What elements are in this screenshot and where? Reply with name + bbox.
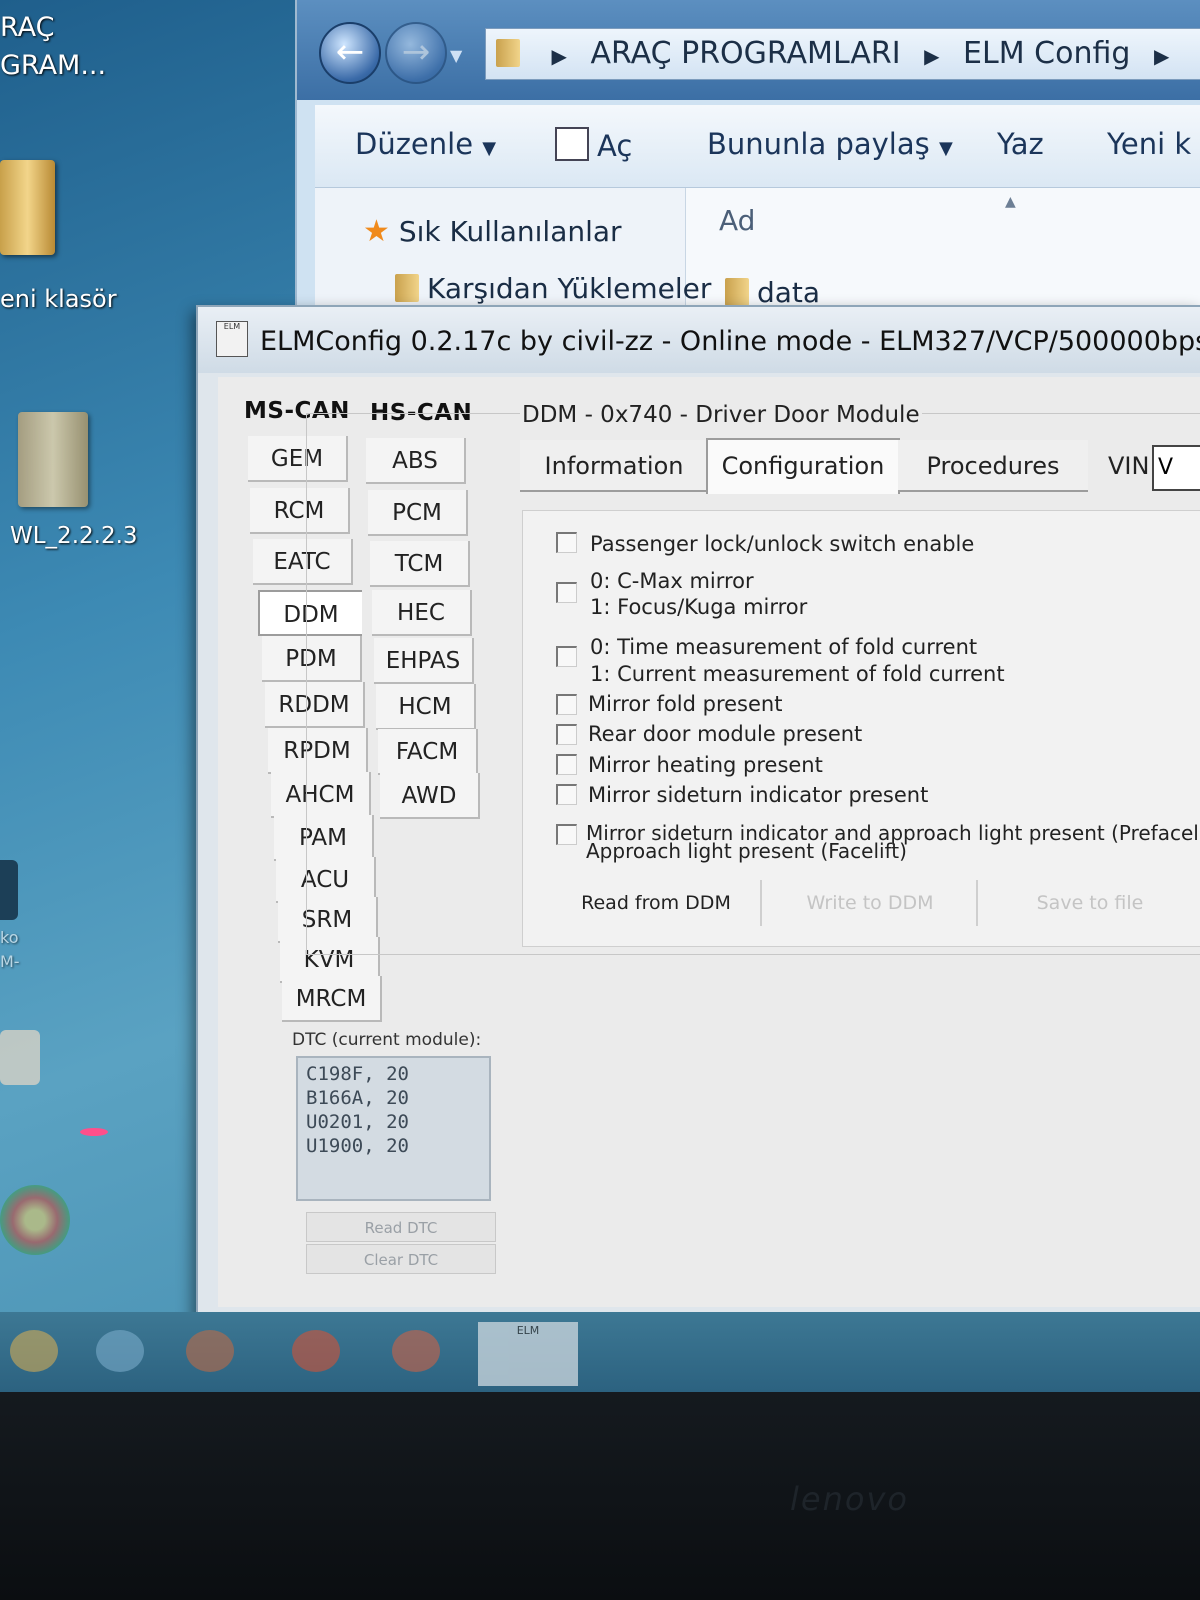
window-title: ELMConfig 0.2.17c by civil-zz - Online m… [260, 326, 1200, 357]
folder-icon [725, 278, 749, 306]
checkbox-mirror-fold[interactable] [556, 694, 577, 715]
option-label: Passenger lock/unlock switch enable [590, 532, 975, 556]
print-button[interactable]: Yaz [997, 127, 1044, 161]
explorer-sidebar: ★ Sık Kullanılanlar Karşıdan Yüklemeler [315, 188, 711, 320]
option-label: Mirror fold present [588, 692, 783, 716]
taskbar-elm-button[interactable]: ELM [478, 1322, 578, 1386]
address-bar[interactable]: ▶ ARAÇ PROGRAMLARI ▶ ELM Config ▶ [485, 28, 1200, 80]
chrome-icon[interactable] [392, 1330, 440, 1372]
forward-icon[interactable]: → [385, 22, 447, 84]
option-label: Mirror heating present [588, 753, 823, 777]
read-from-ddm-button[interactable]: Read from DDM [552, 880, 762, 926]
chevron-down-icon[interactable]: ▼ [450, 46, 462, 65]
read-dtc-button[interactable]: Read DTC [306, 1212, 496, 1242]
sidebar-item-downloads[interactable]: Karşıdan Yüklemeler [395, 272, 711, 305]
save-to-file-button[interactable]: Save to file [980, 880, 1200, 926]
option-label: 1: Focus/Kuga mirror [590, 595, 808, 619]
sidebar-item-label: Sık Kullanılanlar [398, 215, 622, 248]
module-button-mrcm[interactable]: MRCM [282, 976, 382, 1022]
desktop-icon-label-programs-2: GRAM... [0, 50, 107, 81]
share-button[interactable]: Bununla paylaş ▼ [707, 127, 953, 161]
chrome-icon[interactable] [0, 1185, 70, 1255]
open-icon [555, 127, 589, 161]
open-label: Aç [597, 129, 633, 163]
explorer-toolbar: Düzenle ▼ Aç Bununla paylaş ▼ Yaz Yeni k [315, 105, 1200, 188]
folder-icon[interactable] [18, 412, 88, 507]
option-label: Rear door module present [588, 722, 863, 746]
taskbar [0, 1312, 1200, 1392]
desktop-icon-label-wl[interactable]: WL_2.2.2.3 [10, 523, 138, 549]
download-folder-icon [395, 274, 419, 302]
checkbox-sideturn-indicator[interactable] [556, 784, 577, 805]
chevron-right-icon: ▶ [924, 44, 940, 68]
chevron-down-icon: ▼ [938, 138, 953, 159]
write-to-ddm-button[interactable]: Write to DDM [764, 880, 978, 926]
sidebar-item-label: Karşıdan Yüklemeler [427, 272, 712, 305]
column-header-name[interactable]: Ad [719, 204, 755, 237]
checkbox-rear-door-module[interactable] [556, 724, 577, 745]
firefox-icon[interactable] [292, 1330, 340, 1372]
new-folder-button[interactable]: Yeni k [1107, 127, 1191, 161]
taskbar-elm-label: ELM [516, 1324, 540, 1337]
start-icon[interactable] [10, 1330, 58, 1372]
app-icon[interactable] [0, 860, 18, 920]
explorer-window: ← → ▼ ▶ ARAÇ PROGRAMLARI ▶ ELM Config ▶ … [295, 0, 1200, 320]
option-label: Approach light present (Facelift) [586, 839, 907, 863]
clear-dtc-button[interactable]: Clear DTC [306, 1244, 496, 1274]
vin-field[interactable]: V [1152, 445, 1200, 491]
folder-icon [496, 39, 520, 67]
laptop-bezel [0, 1392, 1200, 1600]
desktop-icon-label-programs: RAÇ [0, 12, 55, 43]
chevron-down-icon: ▼ [482, 138, 497, 159]
tab-configuration[interactable]: Configuration [706, 438, 900, 494]
checkbox-approach-light[interactable] [556, 824, 577, 845]
dtc-label: DTC (current module): [292, 1030, 482, 1050]
back-icon[interactable]: ← [319, 22, 381, 84]
chevron-right-icon: ▶ [551, 44, 567, 68]
title-bar[interactable]: ELM ELMConfig 0.2.17c by civil-zz - Onli… [198, 307, 1200, 373]
sidebar-item-favorites[interactable]: ★ Sık Kullanılanlar [363, 214, 622, 249]
explorer-navbar: ← → ▼ ▶ ARAÇ PROGRAMLARI ▶ ELM Config ▶ [297, 0, 1200, 100]
option-label: Mirror sideturn indicator present [588, 783, 929, 807]
organize-button[interactable]: Düzenle ▼ [355, 127, 496, 161]
module-title: DDM - 0x740 - Driver Door Module [520, 402, 922, 428]
option-label: 0: C-Max mirror [590, 569, 754, 593]
breadcrumb-item[interactable]: ARAÇ PROGRAMLARI [590, 36, 900, 71]
media-icon[interactable] [186, 1330, 234, 1372]
folder-icon[interactable] [0, 160, 55, 255]
status-mark [80, 1128, 108, 1136]
option-label: 0: Time measurement of fold current [590, 635, 978, 659]
breadcrumb-item[interactable]: ELM Config [963, 36, 1130, 71]
list-item[interactable]: U1900, 20 [306, 1134, 481, 1158]
option-label: 1: Current measurement of fold current [590, 662, 1005, 686]
file-icon[interactable] [0, 1030, 40, 1085]
app-icon: ELM [216, 321, 248, 357]
star-icon: ★ [363, 214, 390, 249]
desktop-icon-label-clip-a: ko [0, 928, 19, 947]
tab-information[interactable]: Information [520, 440, 708, 492]
desktop-icon-label-clip-b: M- [0, 952, 20, 971]
ie-icon[interactable] [96, 1330, 144, 1372]
list-item[interactable]: C198F, 20 [306, 1062, 481, 1086]
vin-label: VIN: [1108, 452, 1158, 480]
organize-label: Düzenle [355, 127, 474, 161]
checkbox-passenger-lock[interactable] [556, 532, 577, 553]
checkbox-mirror-type[interactable] [556, 582, 577, 603]
tab-procedures[interactable]: Procedures [898, 440, 1088, 492]
list-item[interactable]: B166A, 20 [306, 1086, 481, 1110]
share-label: Bununla paylaş [707, 127, 930, 161]
list-item[interactable]: U0201, 20 [306, 1110, 481, 1134]
desktop-icon-label-new-folder[interactable]: eni klasör [0, 285, 117, 313]
sort-arrow-icon: ▲ [1005, 194, 1016, 210]
checkbox-fold-current[interactable] [556, 646, 577, 667]
dtc-list[interactable]: C198F, 20 B166A, 20 U0201, 20 U1900, 20 [296, 1056, 491, 1201]
laptop-brand-logo: lenovo [790, 1480, 909, 1518]
checkbox-mirror-heating[interactable] [556, 754, 577, 775]
open-button[interactable]: Aç [555, 127, 632, 163]
explorer-body: ★ Sık Kullanılanlar Karşıdan Yüklemeler … [315, 188, 1200, 320]
chevron-right-icon: ▶ [1153, 44, 1170, 68]
